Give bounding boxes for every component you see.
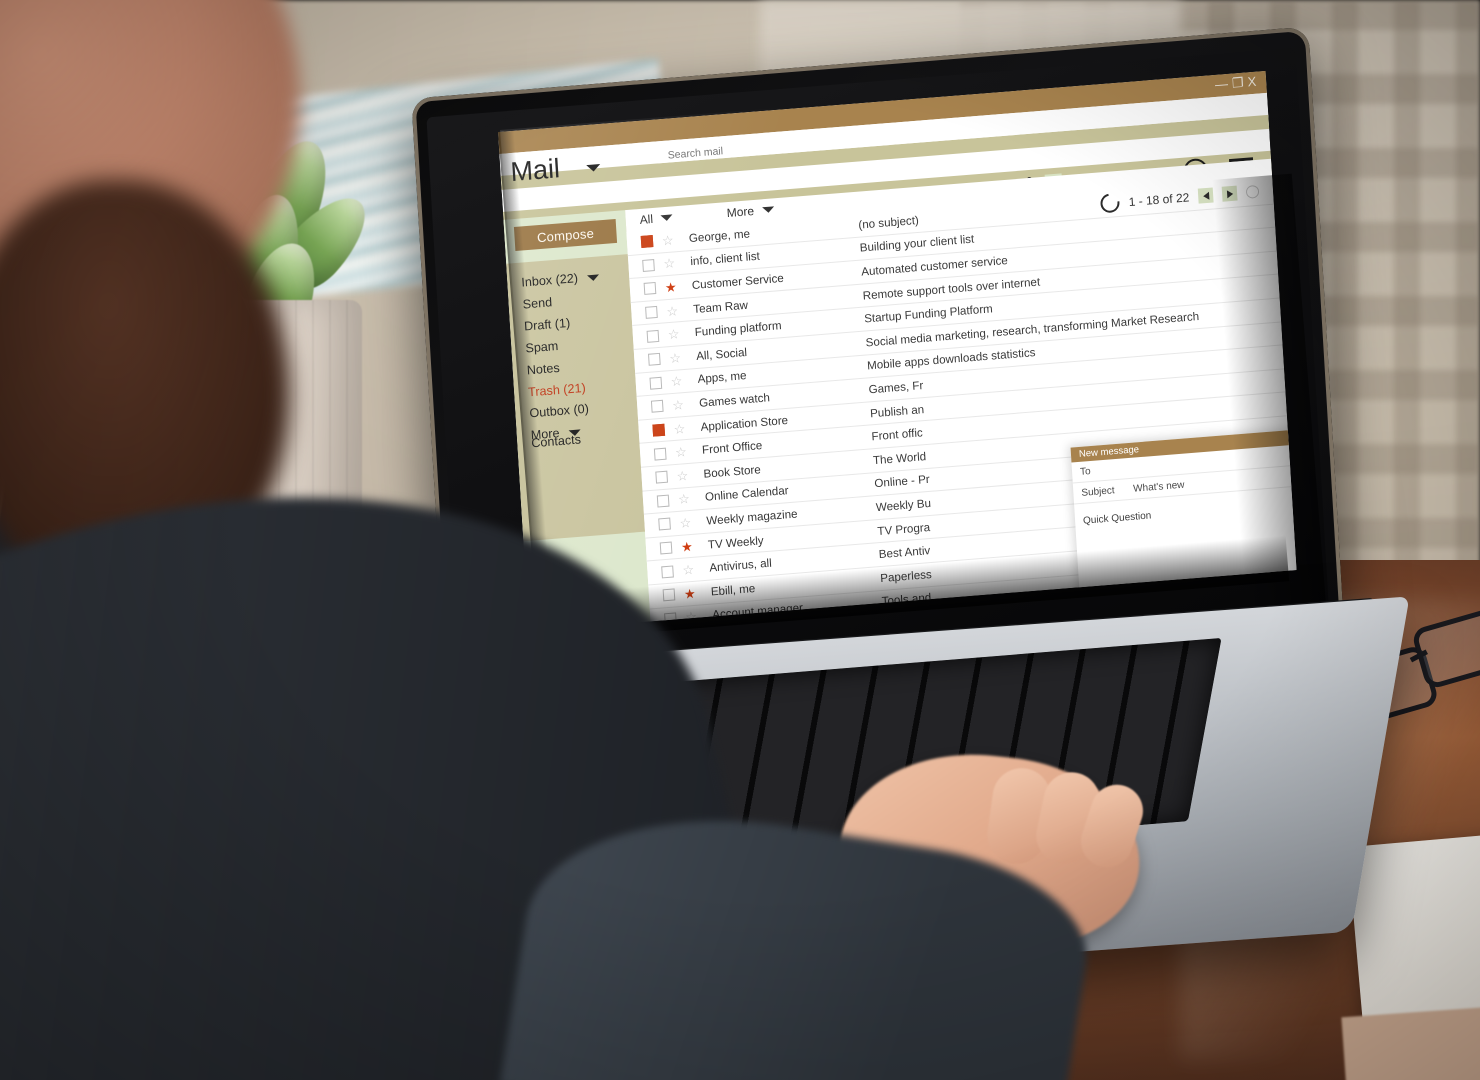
row-checkbox[interactable]	[649, 376, 663, 390]
star-icon[interactable]: ☆	[663, 256, 677, 272]
folder-count: (22)	[555, 271, 579, 287]
row-checkbox[interactable]	[643, 282, 657, 296]
more-chevron-down-icon[interactable]	[761, 206, 775, 214]
row-checkbox[interactable]	[655, 470, 669, 484]
row-checkbox[interactable]	[646, 329, 660, 343]
star-icon[interactable]: ☆	[669, 350, 683, 366]
more-actions-dropdown[interactable]: More	[726, 202, 775, 221]
folder-count: (1)	[554, 315, 571, 331]
row-checkbox[interactable]	[653, 447, 667, 461]
star-icon[interactable]: ☆	[675, 444, 689, 460]
star-icon[interactable]: ★	[664, 279, 679, 295]
row-checkbox[interactable]	[640, 235, 654, 249]
laptop-screen-content: —❐X Mail i Compose	[498, 70, 1297, 632]
folder-label: Outbox	[529, 403, 571, 421]
star-icon[interactable]: ☆	[679, 515, 693, 531]
folder-label: Trash	[527, 382, 561, 399]
email-subject: Building your client list	[859, 232, 975, 256]
compose-subject-label: Subject	[1081, 484, 1115, 499]
select-all-chevron-down-icon[interactable]	[660, 214, 674, 222]
app-title: Mail	[509, 153, 561, 188]
maximize-button[interactable]: ❐	[1231, 74, 1248, 90]
select-all-label: All	[639, 211, 654, 228]
email-subject: Best Antiv	[878, 544, 931, 562]
minimize-button[interactable]: —	[1215, 76, 1233, 92]
row-checkbox[interactable]	[645, 306, 658, 319]
row-checkbox[interactable]	[650, 400, 664, 414]
email-subject: Front offic	[871, 426, 924, 444]
folder-label: Spam	[525, 338, 559, 356]
row-checkbox[interactable]	[652, 423, 666, 437]
inbox-chevron-down-icon[interactable]	[587, 274, 600, 282]
folder-list: Inbox (22) Send Draft (1) Spam Notes Tra…	[506, 254, 639, 443]
mail-application: —❐X Mail i Compose	[498, 70, 1297, 632]
folder-label: Notes	[526, 360, 561, 378]
folder-count: (21)	[562, 380, 587, 397]
email-list-panel: All More 1 - 18 of 22 ☆ George, me (no sub…	[625, 158, 1297, 632]
compose-title: New message	[1078, 444, 1140, 460]
folder-label: Draft	[523, 317, 552, 334]
folder-label: Send	[522, 295, 553, 312]
email-subject: Online - Pr	[874, 473, 931, 491]
email-subject: (no subject)	[857, 213, 920, 232]
star-icon[interactable]: ☆	[672, 397, 686, 413]
compose-to-label: To	[1079, 465, 1091, 478]
email-subject: Games, Fr	[868, 379, 924, 397]
row-checkbox[interactable]	[661, 565, 674, 579]
compose-subject-value[interactable]: What's new	[1133, 479, 1185, 494]
email-subject: Weekly Bu	[875, 496, 932, 515]
star-icon[interactable]: ☆	[676, 468, 690, 484]
star-icon[interactable]: ☆	[667, 326, 681, 342]
folder-count: (0)	[573, 402, 590, 418]
app-title-chevron-down-icon[interactable]	[586, 163, 601, 173]
star-icon[interactable]: ☆	[682, 562, 696, 578]
star-icon[interactable]: ☆	[666, 303, 680, 319]
window-controls[interactable]: —❐X	[1215, 73, 1261, 93]
star-icon[interactable]: ☆	[673, 421, 687, 437]
row-checkbox[interactable]	[642, 258, 655, 272]
photo-scene: —❐X Mail i Compose	[0, 0, 1480, 1080]
row-checkbox[interactable]	[659, 541, 673, 555]
row-checkbox[interactable]	[658, 517, 671, 531]
email-subject: TV Progra	[876, 520, 931, 538]
email-subject: Paperless	[879, 567, 933, 585]
star-icon[interactable]: ★	[681, 538, 695, 554]
row-checkbox[interactable]	[656, 494, 670, 508]
star-icon[interactable]: ★	[683, 585, 698, 601]
row-checkbox[interactable]	[662, 588, 676, 602]
row-checkbox[interactable]	[648, 353, 661, 367]
email-subject: The World	[872, 449, 927, 468]
folder-label: Inbox	[520, 273, 553, 290]
paper-sheet-secondary	[1341, 1006, 1480, 1080]
select-all-dropdown[interactable]: All	[639, 210, 674, 228]
star-icon[interactable]: ☆	[662, 232, 676, 248]
star-icon[interactable]: ☆	[670, 374, 684, 390]
email-subject: Publish an	[869, 402, 925, 420]
close-button[interactable]: X	[1247, 73, 1261, 89]
star-icon[interactable]: ☆	[678, 491, 692, 507]
more-label: More	[726, 203, 755, 221]
compose-button[interactable]: Compose	[513, 218, 618, 251]
